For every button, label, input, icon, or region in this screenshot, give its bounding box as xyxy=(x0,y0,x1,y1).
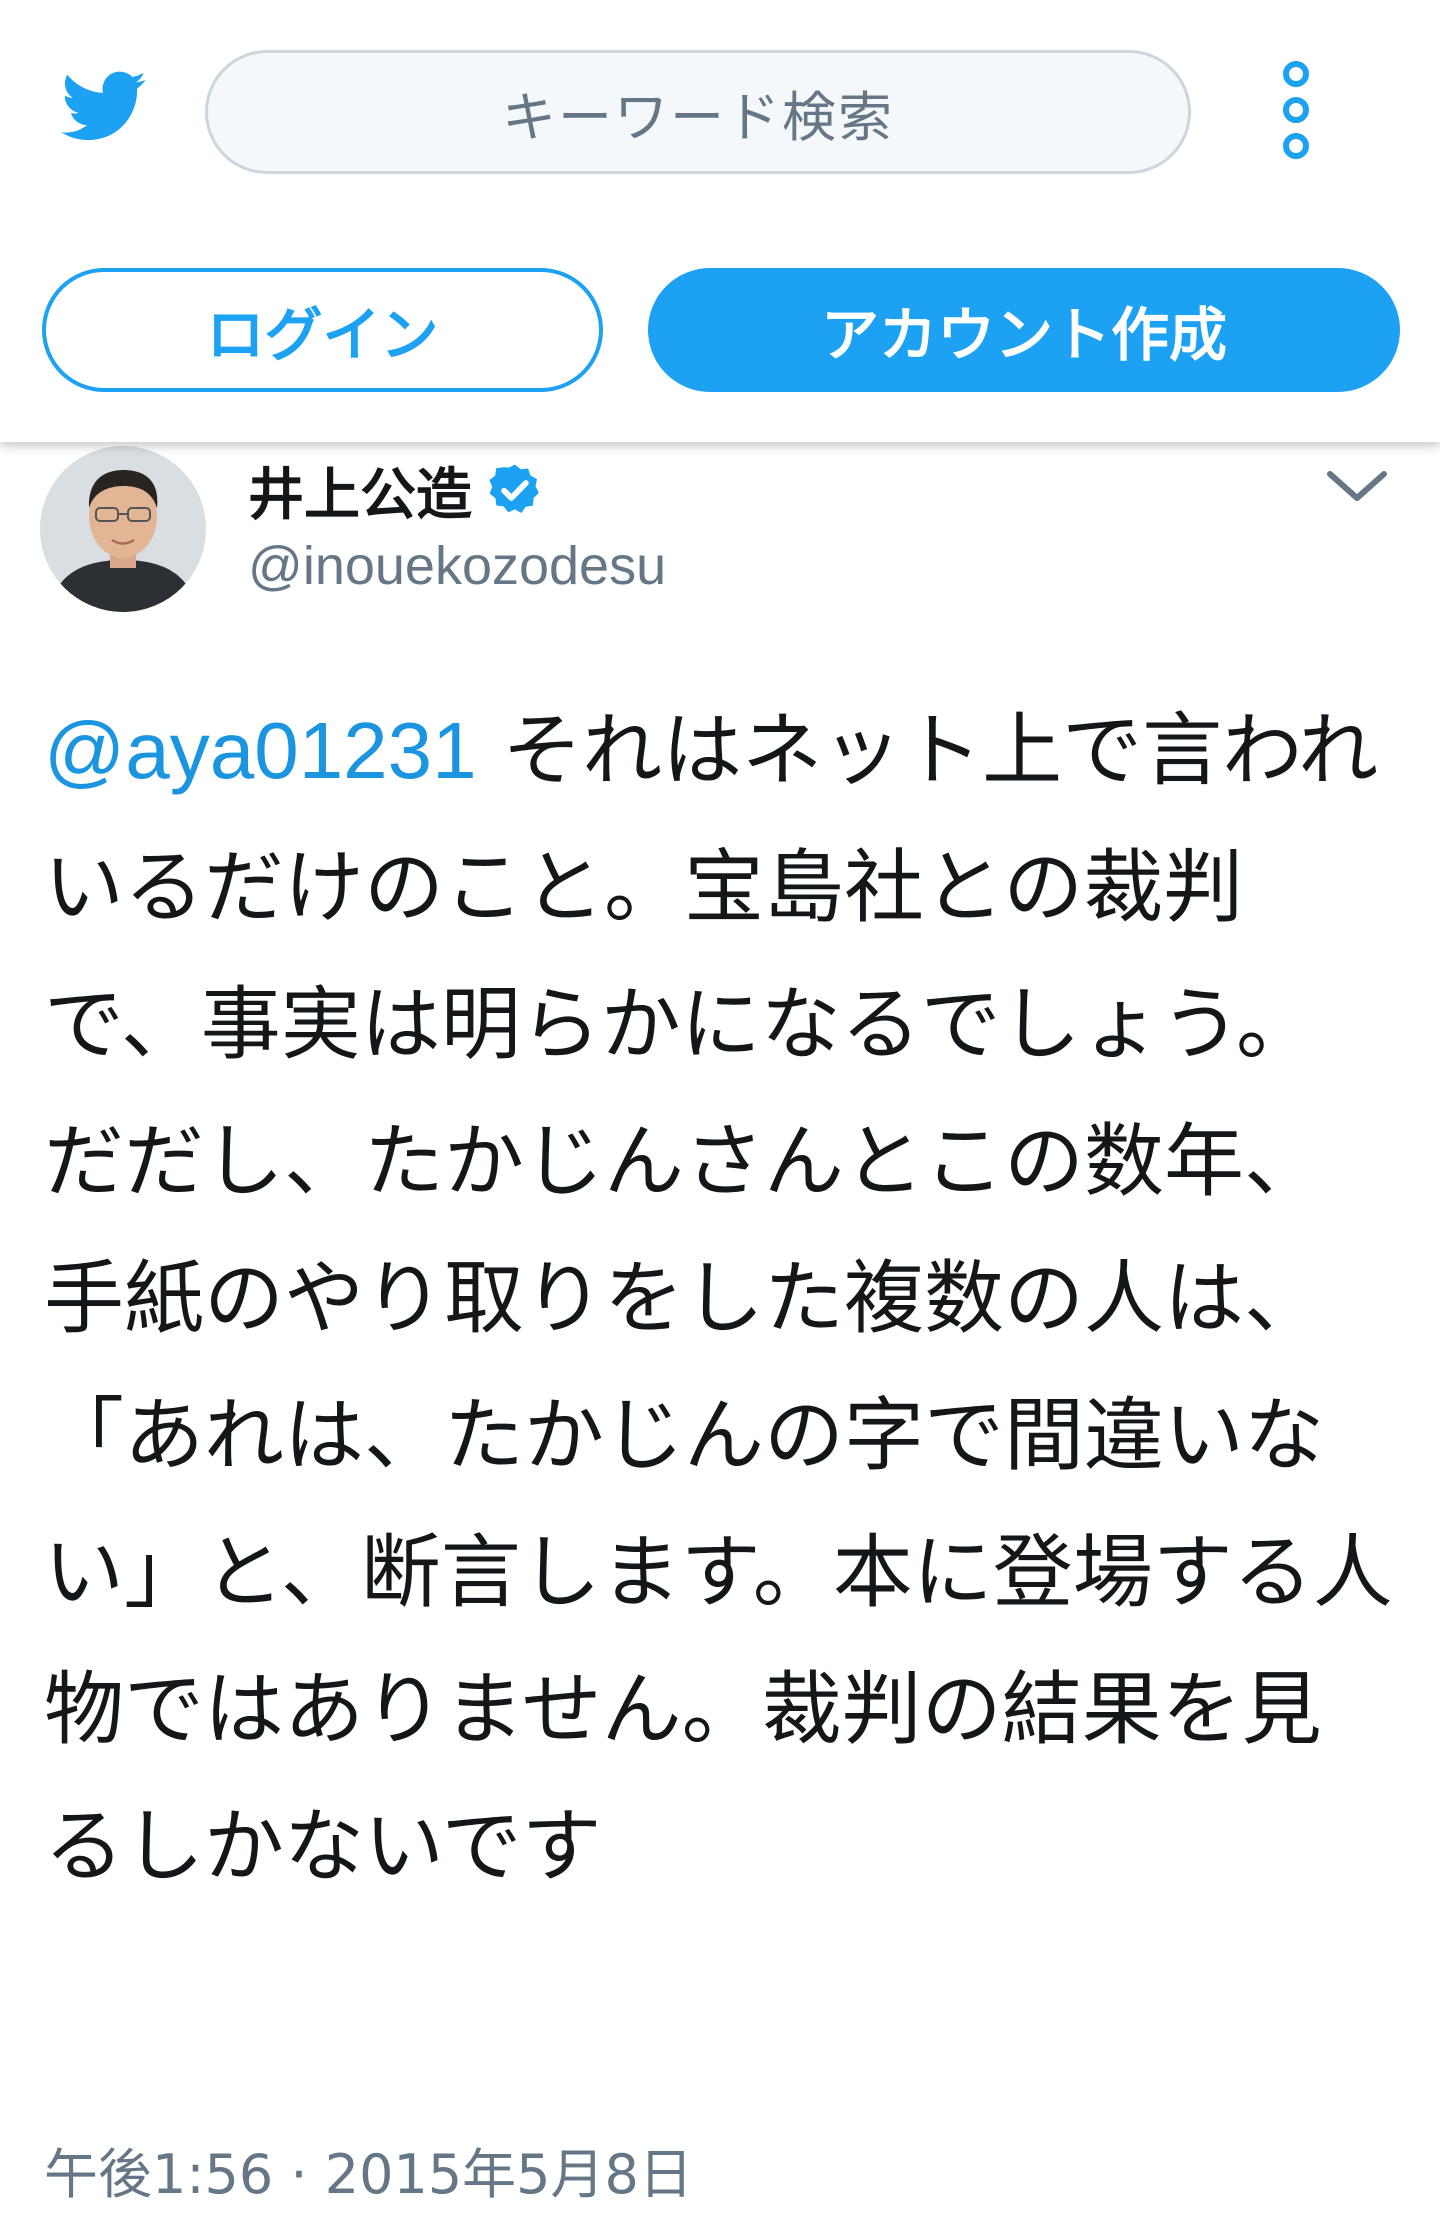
mention-link[interactable]: @aya01231 xyxy=(44,706,477,795)
tweet-page: キーワード検索 ログイン アカウント作成 井上公造 @inouekozodesu… xyxy=(0,0,1440,2236)
more-dots-icon[interactable] xyxy=(1270,58,1322,162)
verified-badge-icon xyxy=(489,464,539,513)
search-placeholder: キーワード検索 xyxy=(502,85,894,149)
author-handle[interactable]: @inouekozodesu xyxy=(248,535,666,597)
avatar[interactable] xyxy=(40,446,206,612)
author-display-name[interactable]: 井上公造 xyxy=(248,450,472,531)
author-name-row: 井上公造 xyxy=(248,455,544,528)
tweet-timestamp[interactable]: 午後1:56 · 2015年5月8日 xyxy=(44,2130,693,2209)
login-button-label: ログイン xyxy=(206,301,439,369)
tweet-text: @aya01231 それはネット上で言われいるだけのこと。宝島社との裁判で、事実… xyxy=(44,682,1394,1915)
avatar-image xyxy=(40,446,206,612)
top-header: キーワード検索 ログイン アカウント作成 xyxy=(0,0,1440,442)
twitter-bird-icon[interactable] xyxy=(52,62,156,148)
signup-button-label: アカウント作成 xyxy=(820,301,1227,369)
login-button[interactable]: ログイン xyxy=(42,268,603,392)
signup-button[interactable]: アカウント作成 xyxy=(648,268,1400,392)
search-input[interactable]: キーワード検索 xyxy=(205,50,1191,174)
tweet-body: それはネット上で言われいるだけのこと。宝島社との裁判で、事実は明らかになるでしょ… xyxy=(44,704,1393,1893)
chevron-down-icon[interactable] xyxy=(1322,460,1392,512)
